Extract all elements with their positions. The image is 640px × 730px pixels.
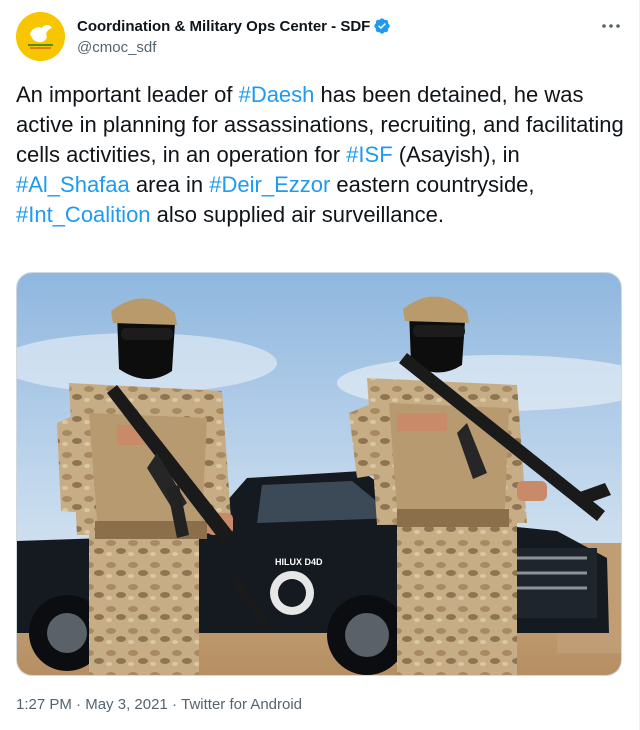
separator: · xyxy=(71,696,86,713)
tweet-header: Coordination & Military Ops Center - SDF… xyxy=(16,12,623,64)
name-row: Coordination & Military Ops Center - SDF xyxy=(77,17,391,35)
soldiers-photo: HILUX D4D xyxy=(17,273,621,675)
user-names: Coordination & Military Ops Center - SDF… xyxy=(77,17,391,56)
verified-badge-icon xyxy=(373,17,391,35)
truck-badge: HILUX D4D xyxy=(275,557,323,567)
avatar[interactable] xyxy=(16,12,65,61)
tweet-card: Coordination & Military Ops Center - SDF… xyxy=(0,0,640,730)
tweet-time[interactable]: 1:27 PM xyxy=(16,696,72,713)
hashtag-isf[interactable]: #ISF xyxy=(346,142,392,167)
tweet-text-segment: (Asayish), in xyxy=(392,142,520,167)
tweet-text-segment: also supplied air surveillance. xyxy=(150,202,445,227)
user-handle[interactable]: @cmoc_sdf xyxy=(77,39,391,56)
tweet-photo[interactable]: HILUX D4D xyxy=(16,272,622,676)
tweet-date[interactable]: May 3, 2021 xyxy=(85,696,168,713)
display-name[interactable]: Coordination & Military Ops Center - SDF xyxy=(77,18,370,35)
hashtag-deir-ezzor[interactable]: #Deir_Ezzor xyxy=(209,172,330,197)
tweet-metadata: 1:27 PM · May 3, 2021 · Twitter for Andr… xyxy=(16,696,302,713)
tweet-client[interactable]: Twitter for Android xyxy=(181,696,302,713)
tweet-text-segment: An important leader of xyxy=(16,82,239,107)
tweet-text-segment: eastern countryside, xyxy=(330,172,535,197)
sdf-emblem-icon xyxy=(16,12,65,61)
separator: · xyxy=(167,696,182,713)
hashtag-al-shafaa[interactable]: #Al_Shafaa xyxy=(16,172,130,197)
hashtag-int-coalition[interactable]: #Int_Coalition xyxy=(16,202,151,227)
hashtag-daesh[interactable]: #Daesh xyxy=(239,82,315,107)
more-options-icon[interactable] xyxy=(599,14,623,38)
tweet-text-segment: area in xyxy=(129,172,210,197)
tweet-text: An important leader of #Daesh has been d… xyxy=(16,80,626,230)
